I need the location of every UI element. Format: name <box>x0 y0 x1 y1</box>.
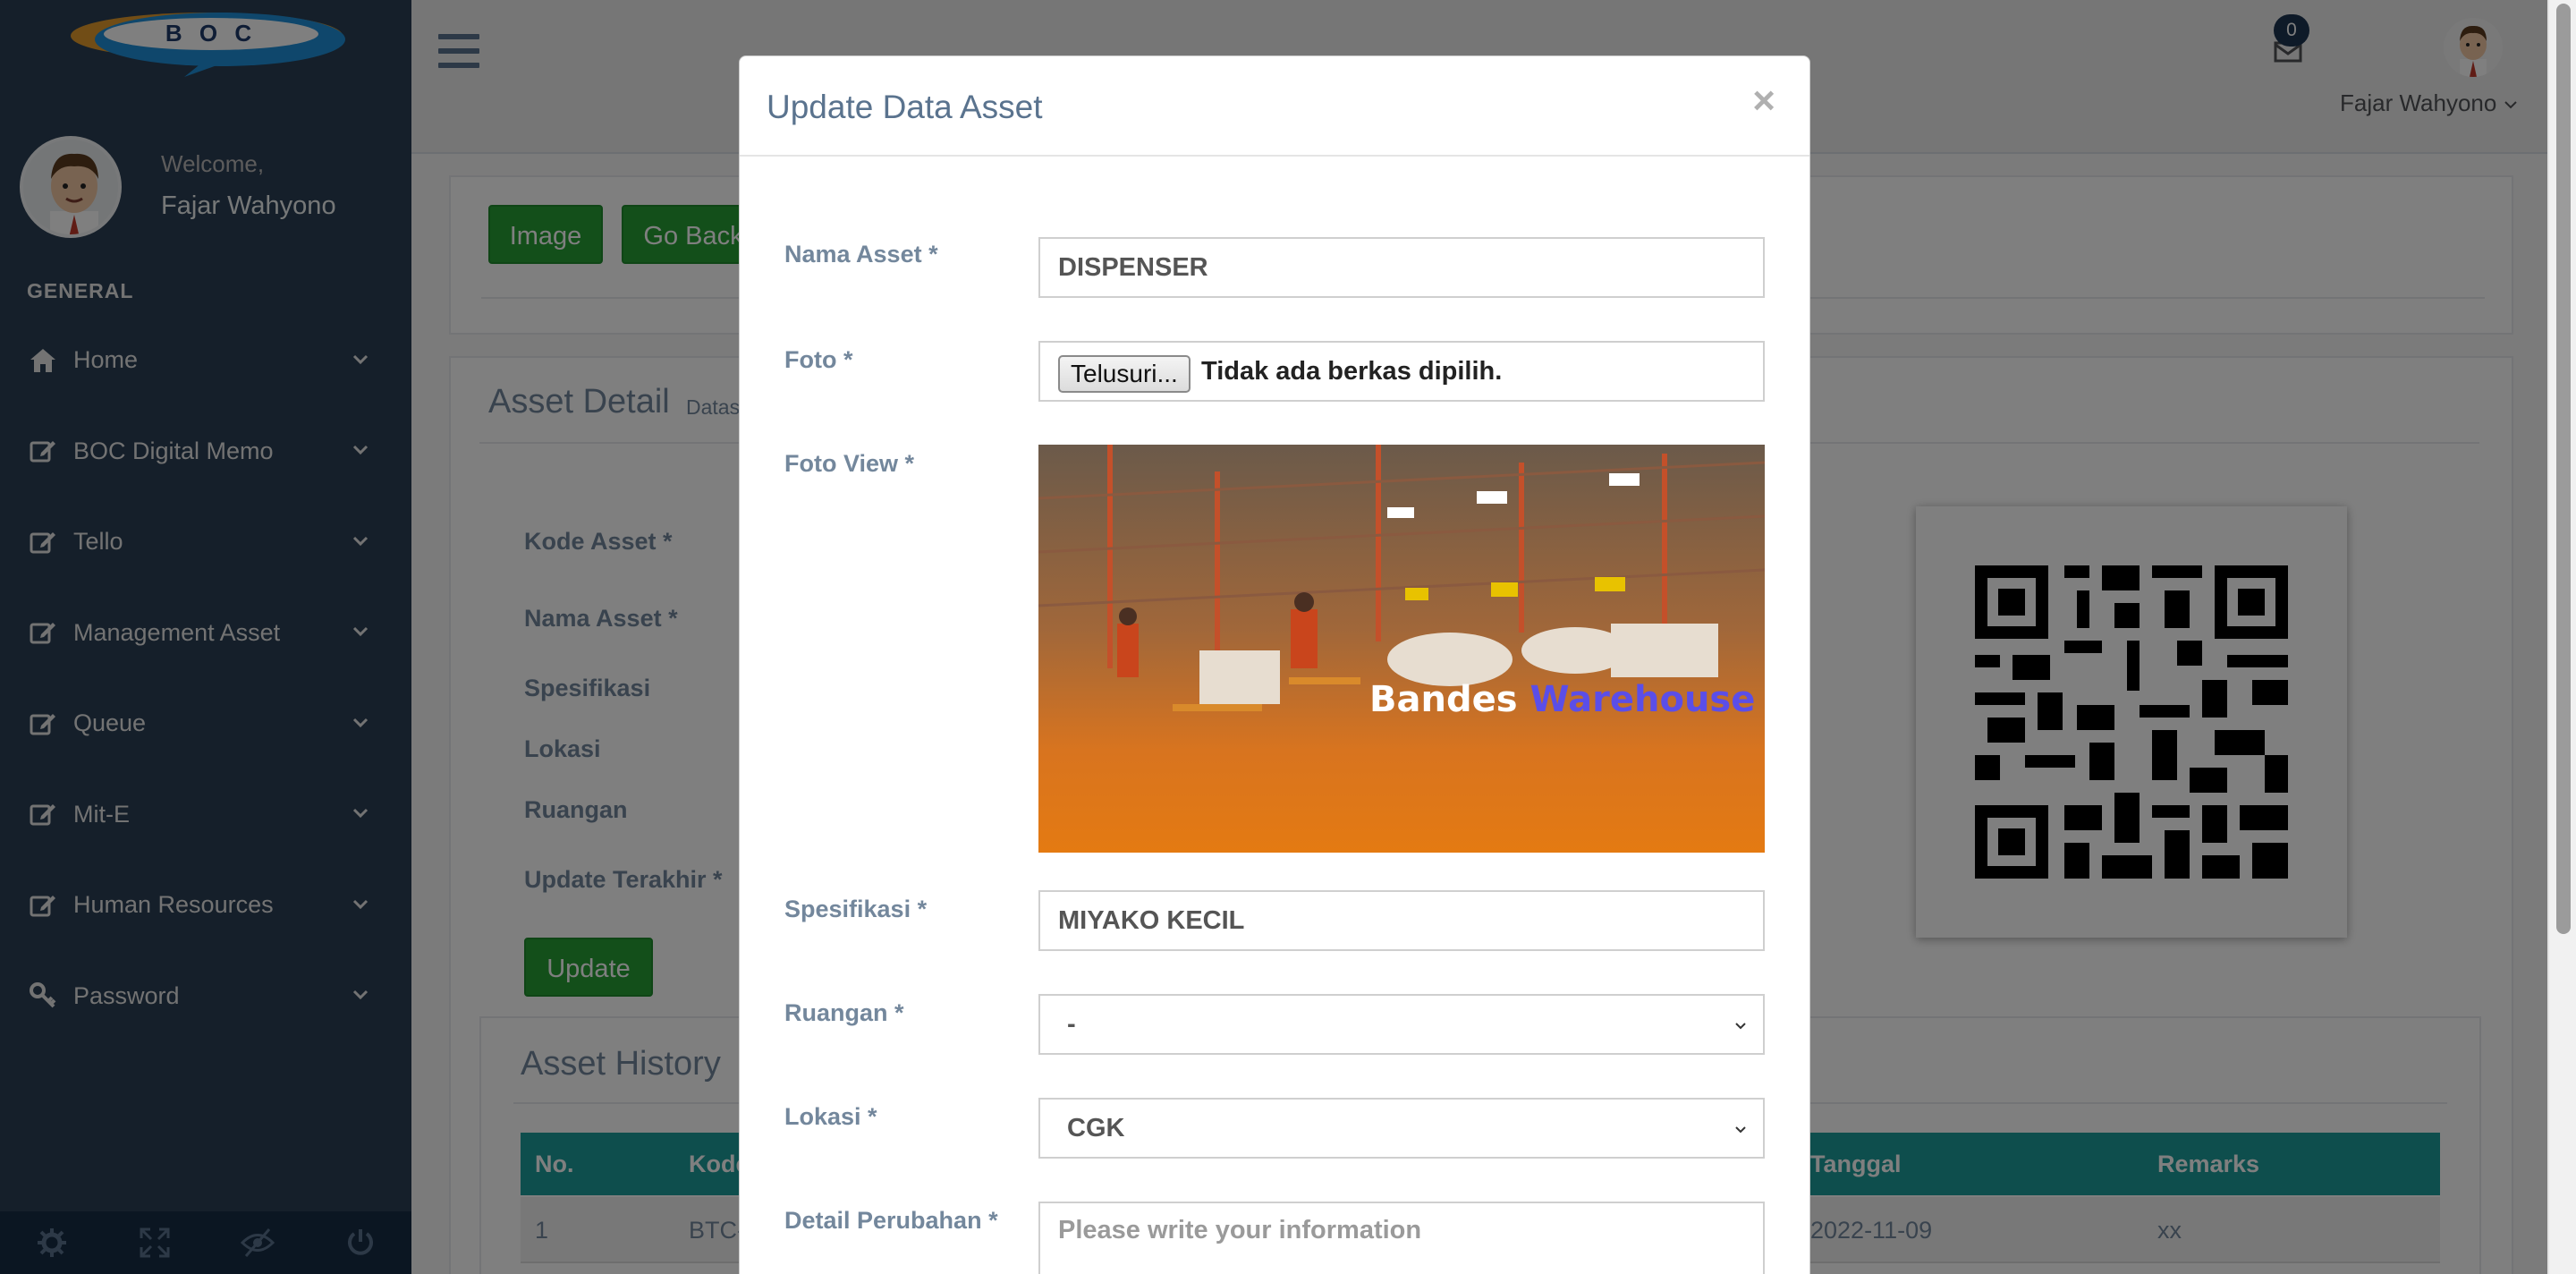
update-asset-modal: Update Data Asset × Nama Asset * Foto * … <box>739 55 1810 1274</box>
ruangan-value: - <box>1067 1010 1076 1039</box>
label-ruangan: Ruangan * <box>784 999 904 1026</box>
label-foto-view: Foto View * <box>784 450 915 477</box>
page-scrollbar[interactable] <box>2547 0 2576 1274</box>
chevron-down-icon <box>1735 1126 1746 1134</box>
spesifikasi-input[interactable] <box>1038 890 1765 951</box>
ruangan-select[interactable]: - <box>1038 994 1765 1055</box>
label-foto: Foto * <box>784 346 853 373</box>
lokasi-value: CGK <box>1067 1114 1125 1142</box>
detail-placeholder: Please write your information <box>1058 1216 1422 1244</box>
nama-asset-input[interactable] <box>1038 237 1765 298</box>
foto-file-input[interactable]: Telusuri... Tidak ada berkas dipilih. <box>1038 341 1765 402</box>
file-status: Tidak ada berkas dipilih. <box>1201 357 1503 386</box>
scrollbar-thumb[interactable] <box>2556 4 2571 934</box>
label-spesifikasi: Spesifikasi * <box>784 896 928 922</box>
label-nama-asset: Nama Asset * <box>784 241 938 268</box>
asset-photo: Bandes Warehouse <box>1038 445 1765 853</box>
modal-header: Update Data Asset × <box>740 56 1809 157</box>
modal-title: Update Data Asset <box>767 89 1043 125</box>
close-icon[interactable]: × <box>1752 81 1775 121</box>
label-detail-perubahan: Detail Perubahan * <box>784 1207 998 1234</box>
browse-button[interactable]: Telusuri... <box>1058 355 1191 393</box>
lokasi-select[interactable]: CGK <box>1038 1098 1765 1159</box>
chevron-down-icon <box>1735 1023 1746 1030</box>
photo-caption: Bandes Warehouse <box>1369 679 1756 720</box>
label-lokasi: Lokasi * <box>784 1103 877 1130</box>
detail-perubahan-textarea[interactable]: Please write your information <box>1038 1202 1765 1274</box>
